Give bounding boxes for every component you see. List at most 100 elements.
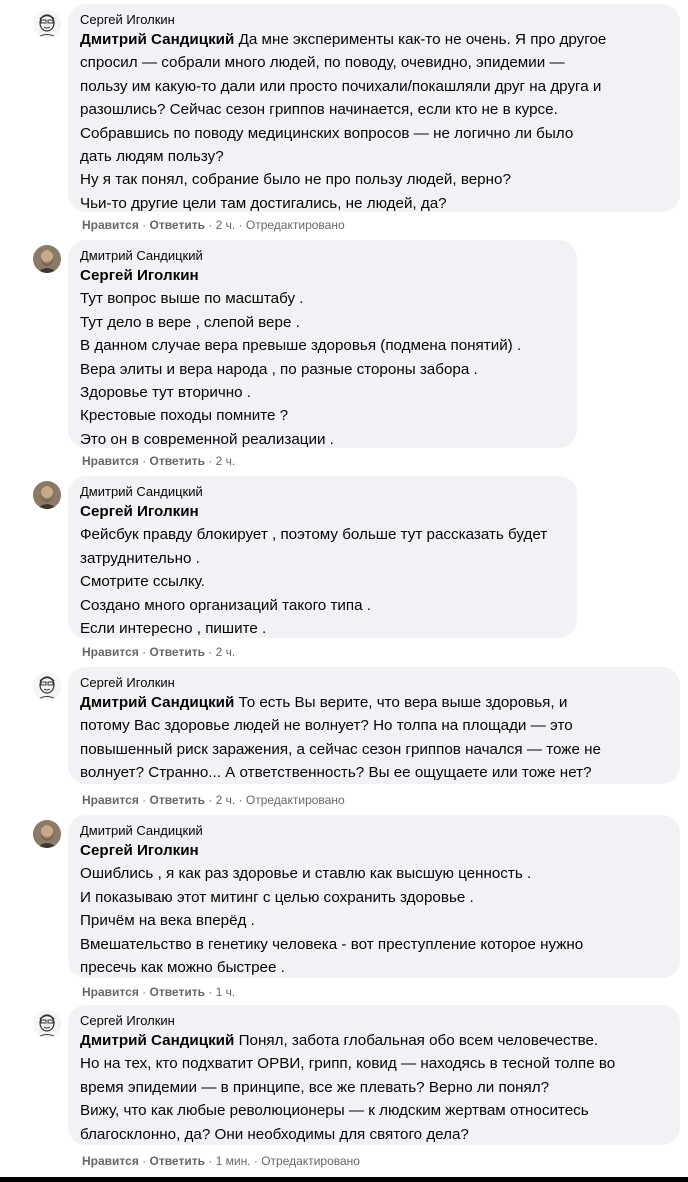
comment-timestamp[interactable]: 1 ч. bbox=[216, 985, 236, 999]
comment-bubble: Дмитрий Сандицкий Сергей Иголкин Тут вопро… bbox=[68, 240, 577, 448]
comment-text-line: Вера элиты и вера народа , по разные сто… bbox=[80, 360, 478, 378]
comment-bubble: Дмитрий Сандицкий Сергей Иголкин Фейсбук п… bbox=[68, 476, 577, 638]
edited-label[interactable]: Отредактировано bbox=[246, 218, 345, 232]
comment-text-line-content: Ошиблись , я как раз здоровье и ставлю к… bbox=[80, 865, 532, 883]
comment-timestamp[interactable]: 2 ч. bbox=[216, 645, 236, 659]
comment-text: Сергей Иголкин Тут вопрос выше по масштаб… bbox=[80, 264, 565, 451]
separator-dot: · bbox=[204, 985, 216, 999]
like-button[interactable]: Нравится bbox=[82, 793, 139, 807]
comment-timestamp[interactable]: 1 мин. bbox=[216, 1154, 251, 1168]
comment-text-line-content: Да мне эксперименты как-то не очень. Я п… bbox=[238, 31, 607, 48]
comment-text-line: Дмитрий Сандицкий То есть Вы верите, что… bbox=[80, 691, 668, 714]
comment-timestamp[interactable]: 2 ч. bbox=[216, 793, 236, 807]
comment-text-line: Здоровье тут вторично . bbox=[80, 384, 251, 402]
comment-timestamp[interactable]: 2 ч. bbox=[216, 454, 236, 468]
separator-dot: · bbox=[204, 793, 216, 807]
comment-text-line: Смотрите ссылку. bbox=[80, 573, 205, 591]
comment-author[interactable]: Дмитрий Сандицкий bbox=[80, 483, 565, 500]
like-button[interactable]: Нравится bbox=[82, 1154, 139, 1168]
avatar[interactable] bbox=[33, 672, 61, 700]
comment-bubble: Сергей Иголкин Дмитрий Сандицкий Да мне э… bbox=[68, 4, 680, 212]
edited-label[interactable]: Отредактировано bbox=[261, 1154, 360, 1168]
separator-dot: · bbox=[250, 1154, 262, 1168]
like-button[interactable]: Нравится bbox=[82, 645, 139, 659]
comment-author[interactable]: Сергей Иголкин bbox=[80, 1012, 668, 1029]
comment-text-line: Ошиблись , я как раз здоровье и ставлю к… bbox=[80, 862, 668, 885]
comment-text-line: пресечь как можно быстрее . bbox=[80, 959, 285, 977]
comment-text: Дмитрий Сандицкий Понял, забота глобальн… bbox=[80, 1029, 668, 1146]
avatar[interactable] bbox=[33, 481, 61, 509]
comment-text: Сергей Иголкин Ошиблись , я как раз здоро… bbox=[80, 839, 668, 979]
comment-text-line: Собравшись по поводу медицинских вопросо… bbox=[80, 124, 574, 142]
comment-text-line: благосклонно, да? Они необходимы для свя… bbox=[80, 1125, 469, 1143]
separator-dot: · bbox=[138, 454, 150, 468]
comment-text-line: Дмитрий Сандицкий Понял, забота глобальн… bbox=[80, 1029, 668, 1052]
reply-button[interactable]: Ответить bbox=[150, 218, 205, 232]
bearded-man-avatar-icon bbox=[33, 481, 61, 509]
comment-text-line: потому Вас здоровье людей не волнует? Но… bbox=[80, 717, 573, 735]
mention-link[interactable]: Сергей Иголкин bbox=[80, 842, 199, 859]
separator-dot: · bbox=[235, 218, 246, 232]
avatar[interactable] bbox=[33, 245, 61, 273]
reply-button[interactable]: Ответить bbox=[150, 454, 205, 468]
comment-text: Сергей Иголкин Фейсбук правду блокирует ,… bbox=[80, 500, 565, 640]
edited-label[interactable]: Отредактировано bbox=[246, 793, 345, 807]
mention-link[interactable]: Сергей Иголкин bbox=[80, 267, 199, 284]
comment-author[interactable]: Дмитрий Сандицкий bbox=[80, 247, 565, 264]
mention-link[interactable]: Дмитрий Сандицкий bbox=[80, 31, 234, 48]
comment-text-line: И показываю этот митинг с целью сохранит… bbox=[80, 888, 474, 906]
reply-button[interactable]: Ответить bbox=[150, 645, 205, 659]
separator-dot: · bbox=[138, 793, 150, 807]
bearded-man-avatar-icon bbox=[33, 820, 61, 848]
comment-actions: Нравится · Ответить · 2 ч. · Отредактиро… bbox=[82, 217, 345, 233]
separator-dot: · bbox=[138, 985, 150, 999]
comment-bubble: Сергей Иголкин Дмитрий Сандицкий Понял, з… bbox=[68, 1005, 680, 1145]
like-button[interactable]: Нравится bbox=[82, 218, 139, 232]
comment-text-line: Но на тех, кто подхватит ОРВИ, грипп, ко… bbox=[80, 1055, 616, 1073]
reply-button[interactable]: Ответить bbox=[150, 985, 205, 999]
comment-text-line: Вмешательство в генетику человека - вот … bbox=[80, 935, 584, 953]
comment-text-line: спросил — собрали много людей, по поводу… bbox=[80, 54, 565, 72]
comment-author[interactable]: Сергей Иголкин bbox=[80, 11, 668, 28]
comment-text-line-content: Тут вопрос выше по масштабу . bbox=[80, 290, 304, 308]
like-button[interactable]: Нравится bbox=[82, 985, 139, 999]
comment-text-line: повышенный риск заражения, а сейчас сезо… bbox=[80, 740, 601, 758]
comment-timestamp[interactable]: 2 ч. bbox=[216, 218, 236, 232]
comment-text-line: Создано много организаций такого типа . bbox=[80, 596, 372, 614]
avatar[interactable] bbox=[33, 820, 61, 848]
mention-link[interactable]: Сергей Иголкин bbox=[80, 503, 199, 520]
reply-button[interactable]: Ответить bbox=[150, 793, 205, 807]
separator-dot: · bbox=[235, 793, 246, 807]
comment-text-line: разошлись? Сейчас сезон гриппов начинает… bbox=[80, 101, 558, 119]
comment-text-line: Вижу, что как любые революционеры — к лю… bbox=[80, 1102, 589, 1120]
comment-text-line: Тут вопрос выше по масштабу . bbox=[80, 287, 565, 310]
comment-text-line: Ну я так понял, собрание было не про пол… bbox=[80, 171, 511, 189]
like-button[interactable]: Нравится bbox=[82, 454, 139, 468]
comment-text-line: Тут дело в вере , слепой вере . bbox=[80, 313, 300, 331]
separator-dot: · bbox=[138, 218, 150, 232]
bottom-border bbox=[0, 1177, 688, 1182]
comment-mention-line: Сергей Иголкин bbox=[80, 500, 565, 523]
comment-actions: Нравится · Ответить · 2 ч. bbox=[82, 644, 235, 660]
mention-link[interactable]: Дмитрий Сандицкий bbox=[80, 694, 234, 711]
sketch-face-avatar-icon bbox=[33, 672, 61, 700]
avatar[interactable] bbox=[33, 1010, 61, 1038]
comment-text-line: время эпидемии — в принципе, все же плев… bbox=[80, 1078, 550, 1096]
bearded-man-avatar-icon bbox=[33, 245, 61, 273]
avatar[interactable] bbox=[33, 10, 61, 38]
reply-button[interactable]: Ответить bbox=[150, 1154, 205, 1168]
comment-bubble: Дмитрий Сандицкий Сергей Иголкин Ошиблись … bbox=[68, 815, 680, 978]
mention-link[interactable]: Дмитрий Сандицкий bbox=[80, 1032, 234, 1049]
comment-author[interactable]: Сергей Иголкин bbox=[80, 674, 668, 691]
separator-dot: · bbox=[204, 218, 216, 232]
comment-mention-line: Сергей Иголкин bbox=[80, 264, 565, 287]
comment-actions: Нравится · Ответить · 1 ч. bbox=[82, 984, 235, 1000]
comment-mention-line: Сергей Иголкин bbox=[80, 839, 668, 862]
comment-bubble: Сергей Иголкин Дмитрий Сандицкий То есть … bbox=[68, 667, 680, 784]
comment-text: Дмитрий Сандицкий То есть Вы верите, что… bbox=[80, 691, 668, 785]
comment-text-line-content: Фейсбук правду блокирует , поэтому больш… bbox=[80, 526, 548, 544]
comment-text-line: волнует? Странно... А ответственность? В… bbox=[80, 764, 592, 782]
separator-dot: · bbox=[204, 1154, 216, 1168]
separator-dot: · bbox=[138, 1154, 150, 1168]
comment-author[interactable]: Дмитрий Сандицкий bbox=[80, 822, 668, 839]
